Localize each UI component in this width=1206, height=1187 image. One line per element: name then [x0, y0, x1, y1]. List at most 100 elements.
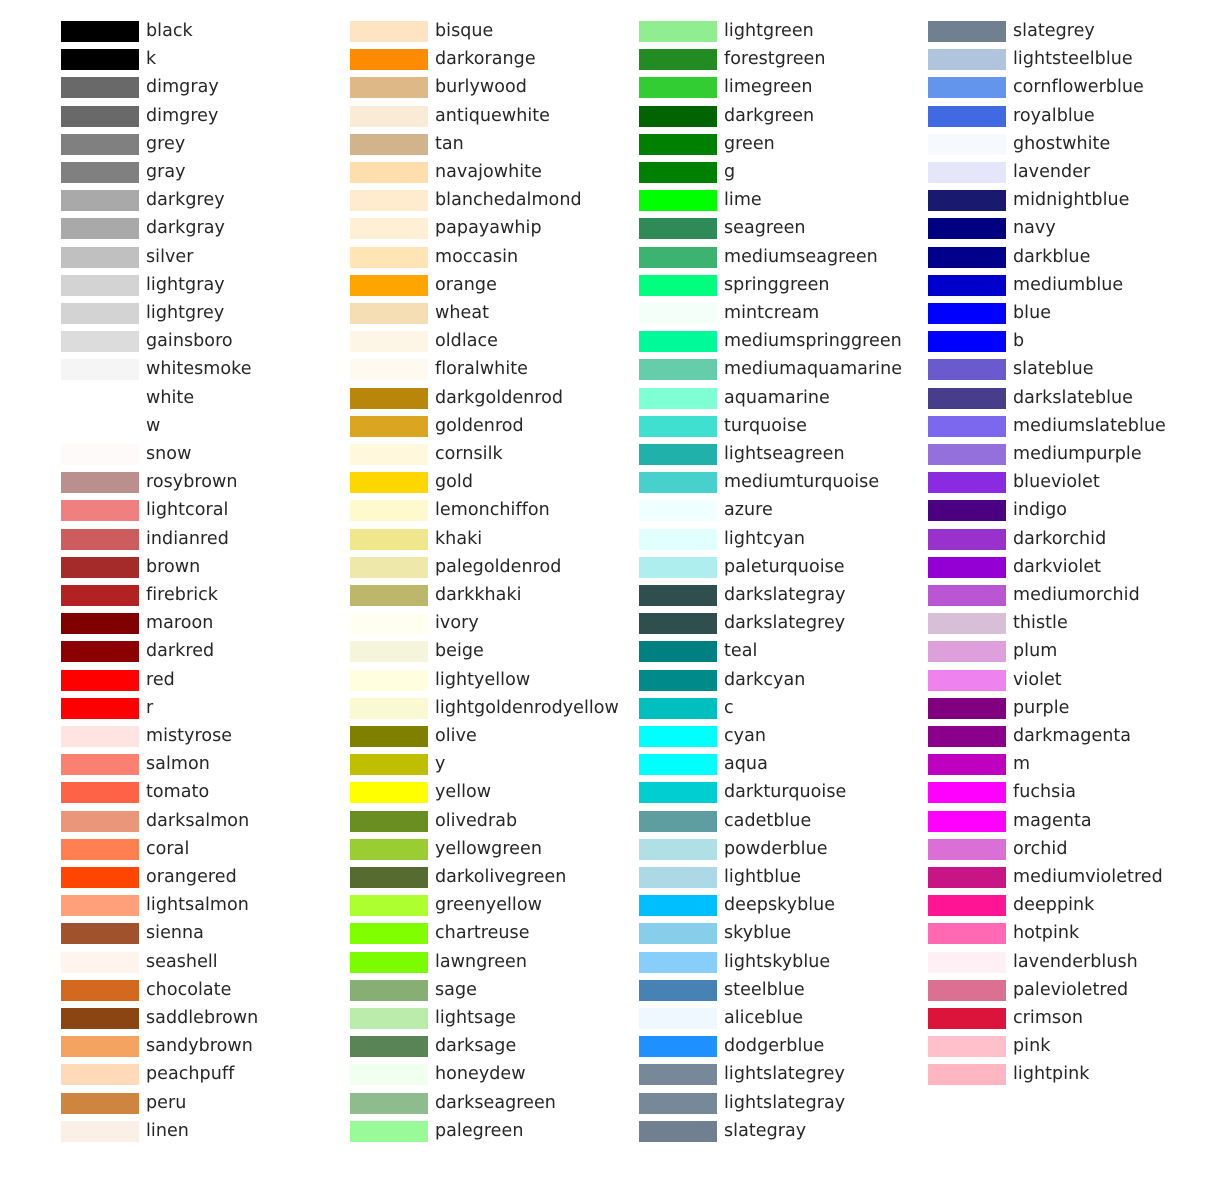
color-name-label: lightslategray: [724, 1092, 846, 1113]
color-swatch: [350, 641, 428, 663]
color-name-label: mintcream: [724, 303, 820, 323]
color-name-label: lightyellow: [435, 669, 531, 690]
color-swatch: [61, 303, 139, 324]
color-swatch: [350, 585, 428, 606]
color-name-label: olivedrab: [435, 810, 518, 831]
color-name-label: lightpink: [1013, 1064, 1090, 1085]
color-name-label: g: [724, 162, 736, 182]
color-name-label: b: [1013, 331, 1025, 352]
color-name-label: darksalmon: [146, 810, 250, 831]
color-name-label: gray: [146, 162, 186, 182]
color-swatch: [639, 1036, 717, 1058]
color-name-label: cyan: [724, 726, 766, 746]
color-swatch: [639, 585, 717, 606]
color-name-label: papayawhip: [435, 218, 542, 239]
color-swatch: [639, 613, 717, 635]
color-swatch: [350, 1036, 428, 1058]
color-name-label: yellowgreen: [435, 838, 542, 859]
color-name-label: mediumaquamarine: [724, 359, 903, 380]
color-swatch: [350, 77, 428, 99]
color-name-label: royalblue: [1013, 105, 1095, 126]
color-swatch: [928, 782, 1006, 804]
color-swatch: [928, 190, 1006, 212]
color-name-label: darkviolet: [1013, 556, 1102, 577]
color-swatch: [350, 444, 428, 465]
color-swatch: [61, 49, 139, 71]
color-swatch: [350, 613, 428, 635]
color-name-label: beige: [435, 641, 484, 662]
color-reference-chart: black k dimgray dimgrey grey gray darkgrey dark…: [0, 0, 1206, 1187]
color-name-label: thistle: [1013, 613, 1068, 634]
color-name-label: goldenrod: [435, 415, 524, 436]
color-swatch: [350, 246, 428, 268]
color-swatch: [61, 867, 139, 888]
color-swatch: [350, 1120, 428, 1142]
color-name-label: lightgreen: [724, 21, 814, 41]
color-name-label: brown: [146, 556, 201, 577]
color-name-label: darkorange: [435, 49, 536, 70]
color-name-label: lightgrey: [146, 303, 225, 323]
color-name-label: hotpink: [1013, 923, 1080, 944]
color-name-label: khaki: [435, 528, 483, 549]
color-swatch: [61, 331, 139, 353]
color-name-label: lavender: [1013, 162, 1091, 182]
color-swatch: [350, 1064, 428, 1086]
color-swatch: [639, 669, 717, 691]
color-name-label: dimgray: [146, 77, 219, 98]
color-name-label: green: [724, 133, 775, 154]
color-name-label: dodgerblue: [724, 1036, 825, 1057]
color-swatch: [928, 472, 1006, 494]
color-name-label: lightsalmon: [146, 895, 249, 916]
color-name-label: mediumspringgreen: [724, 331, 902, 352]
color-name-label: indigo: [1013, 500, 1068, 521]
color-swatch: [928, 585, 1006, 606]
color-swatch: [61, 613, 139, 635]
color-name-label: w: [146, 415, 161, 436]
color-swatch: [350, 754, 428, 776]
color-swatch: [61, 726, 139, 747]
color-name-label: gold: [435, 472, 473, 493]
color-swatch: [350, 49, 428, 71]
color-swatch: [61, 415, 139, 437]
color-name-label: mediumslateblue: [1013, 415, 1166, 436]
color-swatch: [639, 77, 717, 99]
color-name-label: greenyellow: [435, 895, 542, 916]
color-name-label: darkmagenta: [1013, 726, 1132, 746]
color-name-label: powderblue: [724, 838, 828, 859]
color-swatch: [61, 162, 139, 183]
color-swatch: [639, 21, 717, 42]
color-swatch: [639, 867, 717, 888]
color-swatch: [928, 923, 1006, 945]
color-swatch: [928, 556, 1006, 578]
color-name-label: bisque: [435, 21, 494, 41]
color-swatch: [350, 21, 428, 42]
color-swatch: [350, 1008, 428, 1029]
color-name-label: oldlace: [435, 331, 499, 352]
color-name-label: lightskyblue: [724, 951, 831, 972]
color-swatch: [61, 472, 139, 494]
color-name-label: olive: [435, 726, 477, 746]
color-swatch: [928, 303, 1006, 324]
color-swatch: [61, 246, 139, 268]
color-swatch: [61, 979, 139, 1001]
color-name-label: aliceblue: [724, 1008, 804, 1028]
color-name-label: chartreuse: [435, 923, 530, 944]
color-swatch: [61, 838, 139, 860]
color-swatch: [61, 218, 139, 240]
color-swatch: [639, 754, 717, 776]
color-name-label: grey: [146, 133, 186, 154]
color-swatch: [639, 838, 717, 860]
color-swatch: [61, 754, 139, 776]
color-name-label: lightcoral: [146, 500, 229, 521]
color-name-label: m: [1013, 754, 1031, 775]
color-swatch: [928, 838, 1006, 860]
color-name-label: lightgray: [146, 274, 225, 295]
color-swatch: [350, 951, 428, 973]
color-name-label: y: [435, 754, 446, 775]
color-swatch: [61, 359, 139, 381]
color-swatch: [928, 162, 1006, 183]
color-swatch: [61, 951, 139, 973]
color-swatch: [61, 190, 139, 212]
color-swatch: [61, 444, 139, 465]
color-name-label: indianred: [146, 528, 229, 549]
